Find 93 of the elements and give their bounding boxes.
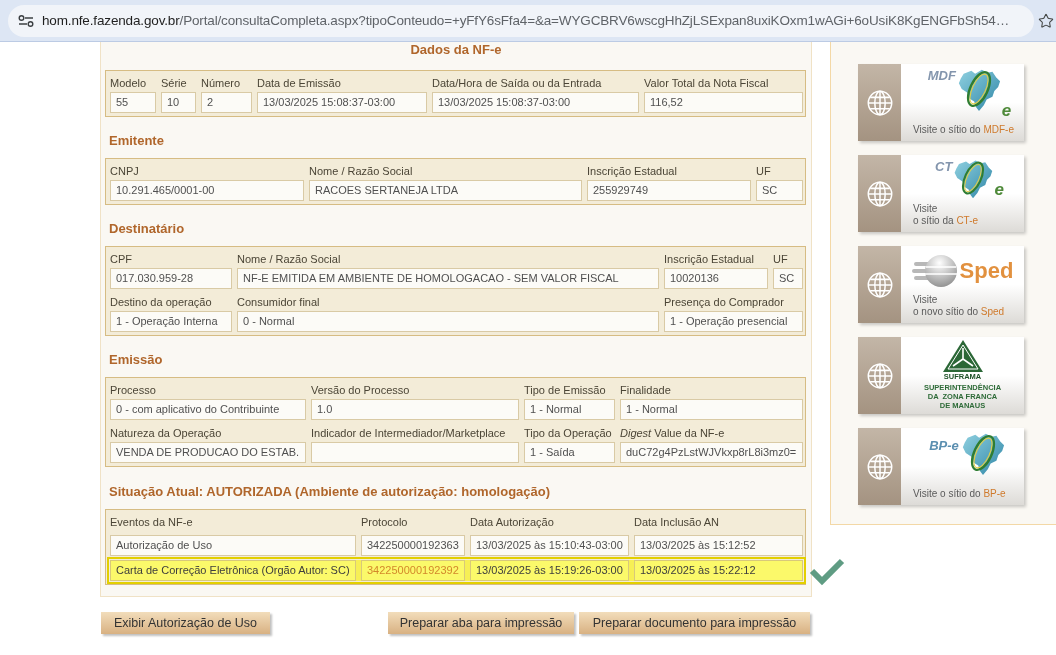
- section-heading: Emissão: [109, 351, 163, 369]
- globe-icon: [866, 362, 893, 389]
- value-field: 1 - Normal: [620, 399, 803, 420]
- table-cell: 13/03/2025 às 15:10:43-03:00: [470, 535, 629, 556]
- table-cell: Autorização de Uso: [110, 535, 356, 556]
- value-field: 1 - Operação Interna: [110, 311, 232, 332]
- value-field: 017.030.959-28: [110, 268, 232, 289]
- value-field: 55: [110, 92, 156, 113]
- table-cell: Carta de Correção Eletrônica (Orgão Autor: SC): [110, 560, 356, 581]
- value-field: 13/03/2025 15:08:37-03:00: [432, 92, 639, 113]
- banner-caption: Visite o sítio do BP-e: [913, 488, 1006, 500]
- globe-icon: [866, 453, 893, 480]
- field-label: CNPJ: [110, 165, 139, 177]
- section-heading: Emitente: [109, 132, 164, 150]
- banner-caption: Visite o sítio da CT-e: [913, 203, 979, 227]
- field-label: Série: [161, 77, 187, 89]
- table-cell: 13/03/2025 às 15:22:12: [634, 560, 803, 581]
- field-label: Digest Value da NF-e: [620, 427, 725, 439]
- value-field: 10: [161, 92, 196, 113]
- value-field: 0 - Normal: [237, 311, 659, 332]
- table-cell: 13/03/2025 às 15:12:52: [634, 535, 803, 556]
- banner-caption: Visite o novo sítio do Sped: [913, 294, 1005, 318]
- logo-wordmark: MDF: [927, 68, 956, 83]
- section-heading: Situação Atual: AUTORIZADA (Ambiente de autorização: homologação): [109, 483, 551, 501]
- field-label: Finalidade: [620, 384, 671, 396]
- action-button[interactable]: Preparar aba para impressão: [388, 612, 574, 634]
- value-field: RACOES SERTANEJA LTDA: [309, 180, 582, 201]
- table-cell: 342250000192392: [361, 560, 465, 581]
- field-label: Nome / Razão Social: [237, 253, 341, 265]
- field-label: UF: [756, 165, 771, 177]
- field-label: Presença do Comprador: [664, 296, 784, 308]
- banner-caption: Visite o sítio do MDF-e: [913, 124, 1014, 136]
- table-cell: 342250000192363: [361, 535, 465, 556]
- value-field: 13/03/2025 15:08:37-03:00: [257, 92, 427, 113]
- field-label: Valor Total da Nota Fiscal: [644, 77, 769, 89]
- field-label: Número: [201, 77, 241, 89]
- column-header: Data Inclusão AN: [634, 516, 719, 528]
- action-button[interactable]: Preparar documento para impressão: [579, 612, 810, 634]
- field-label: Processo: [110, 384, 156, 396]
- url-field[interactable]: hom.nfe.fazenda.gov.br/Portal/consultaCompleta.aspx?tipoConteudo=+yFfY6sFfa4=&a=WYGCBRV6wscgHhZjLSExpan8uxiKOxm1wAGi+6oUsiK8KgENGFbSh54…: [8, 4, 1034, 37]
- section-heading: Destinatário: [109, 220, 185, 238]
- globe-icon: [866, 180, 893, 207]
- url-text: hom.nfe.fazenda.gov.br/Portal/consultaCompleta.aspx?tipoConteudo=+yFfY6sFfa4=&a=WYGCBRV6wscgHhZjLSExpan8uxiKOxm1wAGi+6oUsiK8KgENGFbSh54…: [42, 11, 1009, 30]
- value-field: 1.0: [311, 399, 519, 420]
- field-label: Inscrição Estadual: [587, 165, 677, 177]
- field-label: Natureza da Operação: [110, 427, 222, 439]
- column-header: Eventos da NF-e: [110, 516, 193, 528]
- value-field: SC: [773, 268, 803, 289]
- logo-wordmark: BP-e: [929, 438, 959, 453]
- action-button[interactable]: Exibir Autorização de Uso: [101, 612, 270, 634]
- globe-icon: [866, 271, 893, 298]
- value-field: 1 - Saída: [524, 442, 615, 463]
- value-field: 1 - Operação presencial: [664, 311, 803, 332]
- field-label: CPF: [110, 253, 132, 265]
- value-field: NF-E EMITIDA EM AMBIENTE DE HOMOLOGACAO - SEM VALOR FISCAL: [237, 268, 659, 289]
- table-row[interactable]: Carta de Correção Eletrônica (Orgão Autor: SC) 342250000192392 13/03/2025 às 15:19:26-03:00 13/03/2025 às 15:22:12: [110, 560, 803, 581]
- globe-icon: [866, 89, 893, 116]
- field-label: Modelo: [110, 77, 147, 89]
- value-field: duC72g4PzLstWJVkxp8rL8i3mz0=: [620, 442, 803, 463]
- field-label: Tipo de Emissão: [524, 384, 606, 396]
- value-field: 2: [201, 92, 252, 113]
- value-field: 1 - Normal: [524, 399, 615, 420]
- table-row[interactable]: Autorização de Uso 342250000192363 13/03/2025 às 15:10:43-03:00 13/03/2025 às 15:12:52: [110, 535, 803, 556]
- logo-wordmark: e: [1001, 101, 1012, 120]
- value-field: 116,52: [644, 92, 803, 113]
- column-header: Data Autorização: [470, 516, 554, 528]
- checkmark-icon: [809, 556, 845, 586]
- field-label: Data de Emissão: [257, 77, 341, 89]
- field-label: Consumidor final: [237, 296, 320, 308]
- value-field: VENDA DE PRODUCAO DO ESTAB.: [110, 442, 306, 463]
- field-label: Nome / Razão Social: [309, 165, 413, 177]
- field-label: Indicador de Intermediador/Marketplace: [311, 427, 506, 439]
- value-field: 10020136: [664, 268, 768, 289]
- field-label: UF: [773, 253, 788, 265]
- field-label: Tipo da Operação: [524, 427, 612, 439]
- field-label: Versão do Processo: [311, 384, 410, 396]
- logo-wordmark: CT: [935, 159, 953, 174]
- field-label: Destino da operação: [110, 296, 212, 308]
- bookmark-star-icon[interactable]: [1038, 12, 1054, 29]
- column-header: Protocolo: [361, 516, 408, 528]
- page-title: Dados da NF-e: [410, 42, 502, 58]
- triangle-logo-icon: [942, 340, 983, 372]
- table-cell: 13/03/2025 às 15:19:26-03:00: [470, 560, 629, 581]
- value-field: 255929749: [587, 180, 751, 201]
- logo-wordmark: Sped: [959, 259, 1014, 283]
- logo-wordmark: e: [994, 180, 1004, 199]
- field-label: Inscrição Estadual: [664, 253, 754, 265]
- site-settings-icon[interactable]: [18, 13, 34, 28]
- sphere-logo-icon: [911, 253, 958, 289]
- value-field: 10.291.465/0001-00: [110, 180, 304, 201]
- field-label: Data/Hora de Saída ou da Entrada: [432, 77, 602, 89]
- value-field: SC: [756, 180, 803, 201]
- value-field: 0 - com aplicativo do Contribuinte: [110, 399, 306, 420]
